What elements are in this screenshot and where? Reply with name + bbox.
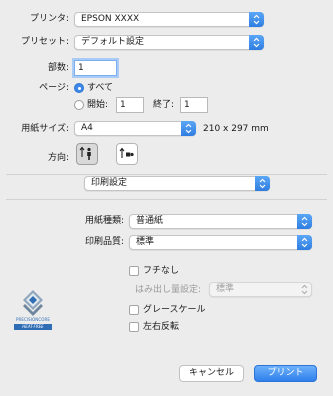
preset-value: デフォルト設定 [81, 37, 145, 47]
cancel-button[interactable]: キャンセル [179, 365, 244, 382]
popup-arrows-icon [249, 12, 264, 27]
pages-from-field[interactable]: 1 [116, 97, 144, 113]
popup-arrows-icon [181, 121, 196, 136]
pages-from-label: 開始: [87, 100, 109, 110]
mirror-label: 左右反転 [143, 322, 180, 332]
grayscale-checkbox[interactable] [129, 305, 139, 315]
printer-value: EPSON XXXX [81, 14, 140, 24]
paper-dimensions: 210 x 297 mm [203, 124, 269, 134]
print-quality-popup[interactable]: 標準 [129, 235, 312, 250]
separator [6, 199, 327, 200]
grayscale-label: グレースケール [143, 305, 206, 315]
paper-size-label: 用紙サイズ: [21, 124, 69, 134]
expansion-popup[interactable]: 標準 [209, 282, 312, 297]
separator [6, 174, 327, 175]
pages-to-label: 終了: [153, 100, 175, 110]
pages-to-field[interactable]: 1 [180, 97, 208, 113]
portrait-icon [79, 146, 91, 160]
copies-field[interactable]: 1 [74, 60, 117, 76]
expansion-value: 標準 [216, 284, 235, 294]
print-button[interactable]: プリント [254, 365, 317, 382]
borderless-label: フチなし [143, 266, 180, 276]
preset-popup[interactable]: デフォルト設定 [74, 35, 264, 50]
pages-label: ページ: [39, 83, 69, 93]
logo-text: PRECISIONCORE [15, 317, 51, 322]
section-value: 印刷設定 [91, 178, 128, 188]
section-popup[interactable]: 印刷設定 [84, 176, 270, 191]
paper-size-popup[interactable]: A4 [74, 121, 196, 136]
media-type-popup[interactable]: 普通紙 [129, 214, 312, 229]
media-type-label: 用紙種類: [84, 216, 124, 226]
borderless-checkbox[interactable] [129, 266, 139, 276]
popup-arrows-icon [297, 214, 312, 229]
popup-arrows-icon [255, 176, 270, 191]
pages-all-label: すべて [87, 83, 114, 93]
printer-popup[interactable]: EPSON XXXX [74, 12, 264, 27]
pages-all-radio[interactable] [74, 83, 84, 93]
preset-label: プリセット: [20, 37, 69, 47]
copies-label: 部数: [47, 63, 69, 73]
popup-arrows-icon [297, 282, 312, 297]
popup-arrows-icon [297, 235, 312, 250]
expansion-label: はみ出し量設定: [135, 285, 202, 295]
print-quality-value: 標準 [136, 237, 155, 247]
media-type-value: 普通紙 [136, 216, 164, 226]
precisioncore-diamond-icon [23, 290, 43, 316]
printer-label: プリンタ: [29, 14, 69, 24]
mirror-checkbox[interactable] [129, 322, 139, 332]
orientation-portrait-button[interactable] [76, 143, 98, 165]
print-quality-label: 印刷品質: [84, 237, 124, 247]
pages-range-radio[interactable] [74, 100, 84, 110]
logo-subtext: HEAT-FREE [14, 324, 52, 330]
landscape-icon [119, 147, 134, 158]
precisioncore-logo: PRECISIONCORE HEAT-FREE [11, 288, 55, 342]
orientation-label: 方向: [47, 153, 69, 163]
paper-size-value: A4 [81, 123, 93, 133]
orientation-landscape-button[interactable] [116, 143, 138, 165]
popup-arrows-icon [249, 35, 264, 50]
